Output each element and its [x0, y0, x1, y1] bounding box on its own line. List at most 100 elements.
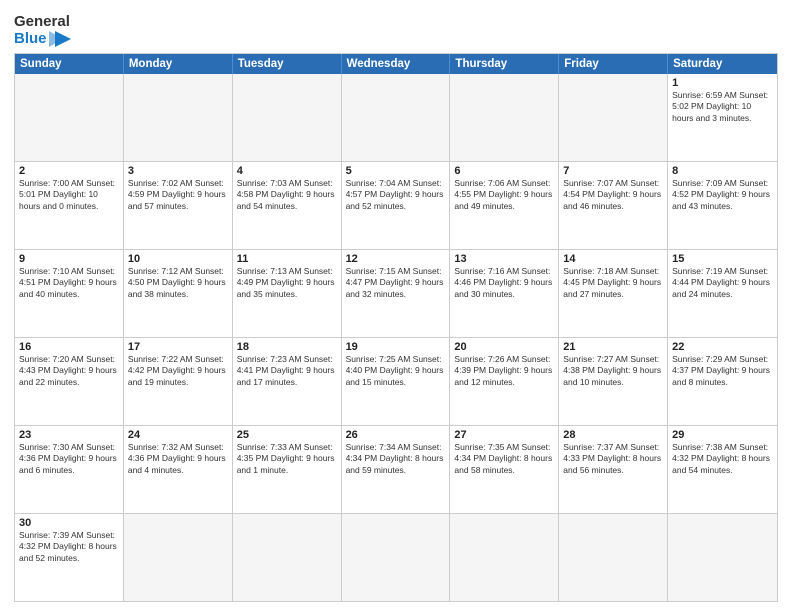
calendar-cell: 29Sunrise: 7:38 AM Sunset: 4:32 PM Dayli…	[668, 426, 777, 513]
day-info: Sunrise: 7:13 AM Sunset: 4:49 PM Dayligh…	[237, 266, 337, 300]
calendar-row-0: 1Sunrise: 6:59 AM Sunset: 5:02 PM Daylig…	[15, 74, 777, 161]
day-number: 22	[672, 341, 773, 353]
day-info: Sunrise: 7:32 AM Sunset: 4:36 PM Dayligh…	[128, 442, 228, 476]
calendar-row-3: 16Sunrise: 7:20 AM Sunset: 4:43 PM Dayli…	[15, 337, 777, 425]
day-info: Sunrise: 7:07 AM Sunset: 4:54 PM Dayligh…	[563, 178, 663, 212]
day-number: 13	[454, 253, 554, 265]
day-number: 18	[237, 341, 337, 353]
day-info: Sunrise: 7:22 AM Sunset: 4:42 PM Dayligh…	[128, 354, 228, 388]
day-number: 5	[346, 165, 446, 177]
calendar-cell: 19Sunrise: 7:25 AM Sunset: 4:40 PM Dayli…	[342, 338, 451, 425]
day-info: Sunrise: 7:37 AM Sunset: 4:33 PM Dayligh…	[563, 442, 663, 476]
calendar-page: General Blue SundayMondayTuesdayWednesda…	[0, 0, 792, 612]
calendar-cell: 25Sunrise: 7:33 AM Sunset: 4:35 PM Dayli…	[233, 426, 342, 513]
day-number: 10	[128, 253, 228, 265]
day-info: Sunrise: 7:00 AM Sunset: 5:01 PM Dayligh…	[19, 178, 119, 212]
day-info: Sunrise: 7:38 AM Sunset: 4:32 PM Dayligh…	[672, 442, 773, 476]
day-info: Sunrise: 7:26 AM Sunset: 4:39 PM Dayligh…	[454, 354, 554, 388]
calendar-cell	[450, 514, 559, 601]
day-info: Sunrise: 6:59 AM Sunset: 5:02 PM Dayligh…	[672, 90, 773, 124]
calendar-cell	[450, 74, 559, 161]
weekday-header-wednesday: Wednesday	[342, 54, 451, 74]
calendar-cell	[233, 514, 342, 601]
header: General Blue	[14, 10, 778, 47]
day-number: 16	[19, 341, 119, 353]
day-info: Sunrise: 7:03 AM Sunset: 4:58 PM Dayligh…	[237, 178, 337, 212]
weekday-header-thursday: Thursday	[450, 54, 559, 74]
day-info: Sunrise: 7:09 AM Sunset: 4:52 PM Dayligh…	[672, 178, 773, 212]
logo: General Blue	[14, 14, 71, 47]
calendar-cell: 24Sunrise: 7:32 AM Sunset: 4:36 PM Dayli…	[124, 426, 233, 513]
day-number: 23	[19, 429, 119, 441]
calendar-cell: 10Sunrise: 7:12 AM Sunset: 4:50 PM Dayli…	[124, 250, 233, 337]
day-number: 3	[128, 165, 228, 177]
calendar-cell: 4Sunrise: 7:03 AM Sunset: 4:58 PM Daylig…	[233, 162, 342, 249]
calendar-cell: 16Sunrise: 7:20 AM Sunset: 4:43 PM Dayli…	[15, 338, 124, 425]
day-info: Sunrise: 7:23 AM Sunset: 4:41 PM Dayligh…	[237, 354, 337, 388]
day-info: Sunrise: 7:39 AM Sunset: 4:32 PM Dayligh…	[19, 530, 119, 564]
calendar-cell	[342, 74, 451, 161]
calendar-cell: 26Sunrise: 7:34 AM Sunset: 4:34 PM Dayli…	[342, 426, 451, 513]
calendar-cell	[124, 514, 233, 601]
weekday-header-tuesday: Tuesday	[233, 54, 342, 74]
calendar-cell: 18Sunrise: 7:23 AM Sunset: 4:41 PM Dayli…	[233, 338, 342, 425]
calendar-cell	[668, 514, 777, 601]
day-info: Sunrise: 7:25 AM Sunset: 4:40 PM Dayligh…	[346, 354, 446, 388]
calendar-cell: 9Sunrise: 7:10 AM Sunset: 4:51 PM Daylig…	[15, 250, 124, 337]
calendar-cell	[559, 514, 668, 601]
calendar-cell: 7Sunrise: 7:07 AM Sunset: 4:54 PM Daylig…	[559, 162, 668, 249]
logo-blue-text: Blue	[14, 31, 47, 48]
calendar-cell: 13Sunrise: 7:16 AM Sunset: 4:46 PM Dayli…	[450, 250, 559, 337]
calendar-cell	[233, 74, 342, 161]
day-info: Sunrise: 7:02 AM Sunset: 4:59 PM Dayligh…	[128, 178, 228, 212]
calendar-header: SundayMondayTuesdayWednesdayThursdayFrid…	[15, 54, 777, 74]
day-number: 8	[672, 165, 773, 177]
day-number: 27	[454, 429, 554, 441]
day-info: Sunrise: 7:15 AM Sunset: 4:47 PM Dayligh…	[346, 266, 446, 300]
calendar-cell: 6Sunrise: 7:06 AM Sunset: 4:55 PM Daylig…	[450, 162, 559, 249]
day-number: 15	[672, 253, 773, 265]
day-number: 20	[454, 341, 554, 353]
day-number: 30	[19, 517, 119, 529]
weekday-header-saturday: Saturday	[668, 54, 777, 74]
calendar-cell: 27Sunrise: 7:35 AM Sunset: 4:34 PM Dayli…	[450, 426, 559, 513]
day-info: Sunrise: 7:27 AM Sunset: 4:38 PM Dayligh…	[563, 354, 663, 388]
calendar-cell	[342, 514, 451, 601]
day-number: 21	[563, 341, 663, 353]
day-info: Sunrise: 7:34 AM Sunset: 4:34 PM Dayligh…	[346, 442, 446, 476]
day-number: 29	[672, 429, 773, 441]
calendar-cell: 15Sunrise: 7:19 AM Sunset: 4:44 PM Dayli…	[668, 250, 777, 337]
day-number: 1	[672, 77, 773, 89]
day-number: 4	[237, 165, 337, 177]
calendar-cell: 20Sunrise: 7:26 AM Sunset: 4:39 PM Dayli…	[450, 338, 559, 425]
day-number: 19	[346, 341, 446, 353]
weekday-header-sunday: Sunday	[15, 54, 124, 74]
calendar-cell: 5Sunrise: 7:04 AM Sunset: 4:57 PM Daylig…	[342, 162, 451, 249]
day-number: 26	[346, 429, 446, 441]
calendar-cell	[124, 74, 233, 161]
calendar-cell: 8Sunrise: 7:09 AM Sunset: 4:52 PM Daylig…	[668, 162, 777, 249]
calendar-cell: 3Sunrise: 7:02 AM Sunset: 4:59 PM Daylig…	[124, 162, 233, 249]
calendar-row-1: 2Sunrise: 7:00 AM Sunset: 5:01 PM Daylig…	[15, 161, 777, 249]
calendar-cell: 11Sunrise: 7:13 AM Sunset: 4:49 PM Dayli…	[233, 250, 342, 337]
calendar-cell: 2Sunrise: 7:00 AM Sunset: 5:01 PM Daylig…	[15, 162, 124, 249]
calendar-cell: 28Sunrise: 7:37 AM Sunset: 4:33 PM Dayli…	[559, 426, 668, 513]
day-number: 12	[346, 253, 446, 265]
day-number: 25	[237, 429, 337, 441]
calendar-body: 1Sunrise: 6:59 AM Sunset: 5:02 PM Daylig…	[15, 74, 777, 601]
calendar-cell: 21Sunrise: 7:27 AM Sunset: 4:38 PM Dayli…	[559, 338, 668, 425]
calendar-cell: 30Sunrise: 7:39 AM Sunset: 4:32 PM Dayli…	[15, 514, 124, 601]
day-number: 6	[454, 165, 554, 177]
calendar-cell: 1Sunrise: 6:59 AM Sunset: 5:02 PM Daylig…	[668, 74, 777, 161]
day-info: Sunrise: 7:12 AM Sunset: 4:50 PM Dayligh…	[128, 266, 228, 300]
calendar-cell: 17Sunrise: 7:22 AM Sunset: 4:42 PM Dayli…	[124, 338, 233, 425]
day-info: Sunrise: 7:20 AM Sunset: 4:43 PM Dayligh…	[19, 354, 119, 388]
day-number: 17	[128, 341, 228, 353]
day-info: Sunrise: 7:29 AM Sunset: 4:37 PM Dayligh…	[672, 354, 773, 388]
day-info: Sunrise: 7:35 AM Sunset: 4:34 PM Dayligh…	[454, 442, 554, 476]
calendar-cell: 22Sunrise: 7:29 AM Sunset: 4:37 PM Dayli…	[668, 338, 777, 425]
calendar-cell	[15, 74, 124, 161]
day-info: Sunrise: 7:16 AM Sunset: 4:46 PM Dayligh…	[454, 266, 554, 300]
calendar-cell: 23Sunrise: 7:30 AM Sunset: 4:36 PM Dayli…	[15, 426, 124, 513]
calendar-row-2: 9Sunrise: 7:10 AM Sunset: 4:51 PM Daylig…	[15, 249, 777, 337]
